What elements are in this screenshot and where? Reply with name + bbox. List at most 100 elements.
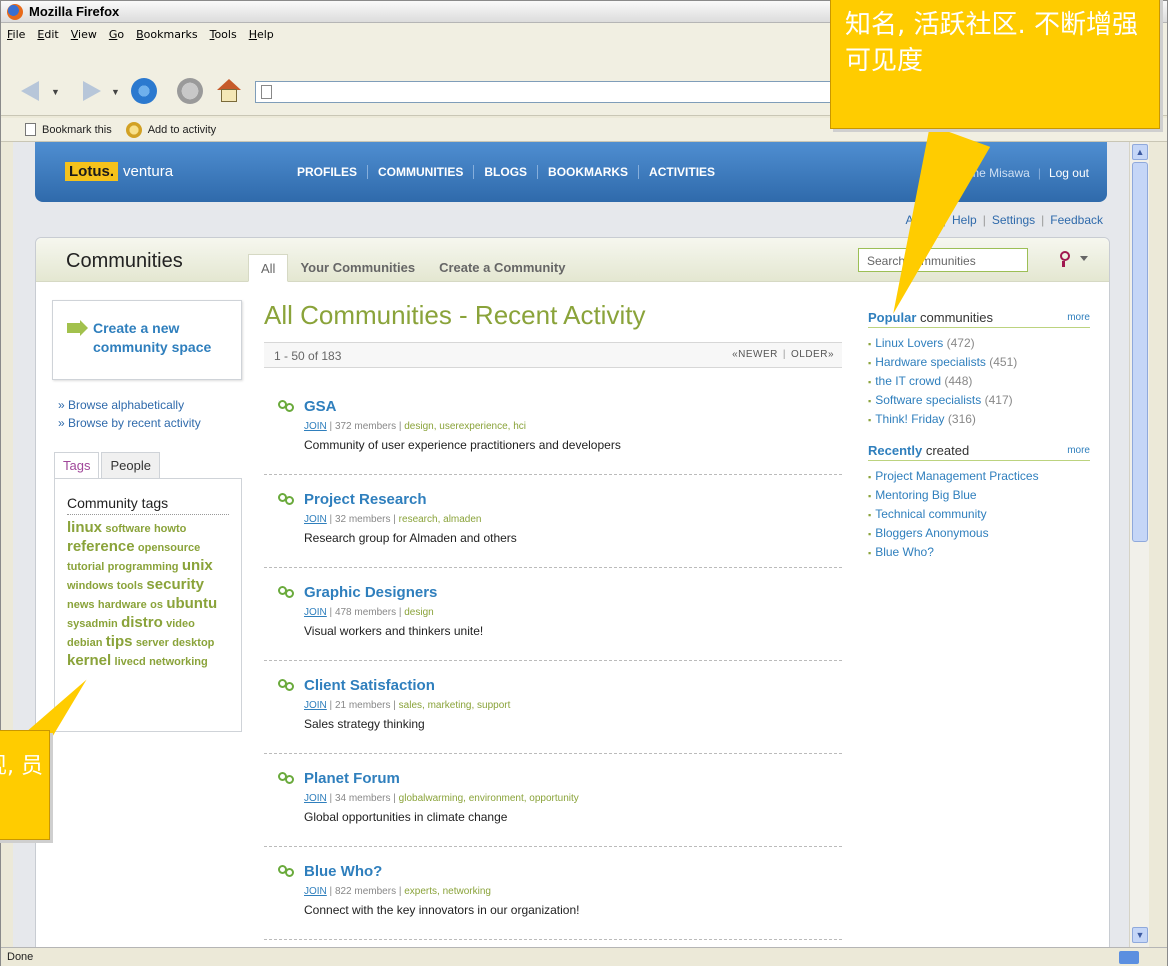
nav-bookmarks[interactable]: BOOKMARKS [538, 165, 640, 179]
tag-link[interactable]: tools [117, 580, 143, 592]
tag-link[interactable]: video [166, 618, 195, 630]
tab-all[interactable]: All [248, 254, 289, 282]
join-link[interactable]: JOIN [304, 886, 327, 897]
join-link[interactable]: JOIN [304, 700, 327, 711]
tag-link[interactable]: distro [121, 614, 163, 631]
tag-link[interactable]: server [136, 637, 169, 649]
browse-recent-link[interactable]: » Browse by recent activity [58, 414, 201, 432]
tag-link[interactable]: os [150, 599, 163, 611]
menu-view[interactable]: View [71, 28, 97, 41]
back-button[interactable] [19, 81, 45, 103]
tag-link[interactable]: tips [106, 633, 133, 650]
popular-community-link[interactable]: Think! Friday (316) [868, 410, 1090, 429]
tag-link[interactable]: windows [67, 580, 113, 592]
tag-link[interactable]: networking [149, 656, 208, 668]
community-tags[interactable]: research, almaden [399, 514, 482, 525]
tag-link[interactable]: software [105, 523, 150, 535]
forward-button[interactable] [77, 81, 103, 103]
community-tags[interactable]: design, userexperience, hci [404, 421, 526, 432]
popular-community-link[interactable]: Linux Lovers (472) [868, 334, 1090, 353]
join-link[interactable]: JOIN [304, 421, 327, 432]
community-tags[interactable]: sales, marketing, support [399, 700, 511, 711]
recent-community-link[interactable]: Project Management Practices [868, 467, 1090, 486]
search-options-dropdown-icon[interactable] [1080, 256, 1088, 261]
tag-link[interactable]: security [146, 576, 204, 593]
add-to-activity-button[interactable]: Add to activity [148, 124, 216, 136]
tag-link[interactable]: livecd [115, 656, 146, 668]
community-icon [278, 679, 296, 693]
newer-link[interactable]: «NEWER [732, 349, 778, 360]
community-name-link[interactable]: Project Research [304, 491, 842, 508]
tag-link[interactable]: kernel [67, 652, 111, 669]
tag-link[interactable]: howto [154, 523, 186, 535]
tag-link[interactable]: reference [67, 538, 135, 555]
community-name-link[interactable]: Blue Who? [304, 863, 842, 880]
scroll-down-icon[interactable]: ▼ [1132, 927, 1148, 943]
home-icon[interactable] [215, 78, 243, 104]
join-link[interactable]: JOIN [304, 514, 327, 525]
older-link[interactable]: OLDER» [791, 349, 834, 360]
popular-community-link[interactable]: Hardware specialists (451) [868, 353, 1090, 372]
nav-profiles[interactable]: PROFILES [287, 165, 369, 179]
nav-blogs[interactable]: BLOGS [474, 165, 539, 179]
menu-file[interactable]: File [7, 28, 25, 41]
tag-link[interactable]: unix [182, 557, 213, 574]
tag-link[interactable]: tutorial [67, 561, 104, 573]
settings-link[interactable]: Settings [992, 213, 1035, 227]
bookmark-this-button[interactable]: Bookmark this [42, 124, 112, 136]
scroll-up-icon[interactable]: ▲ [1132, 144, 1148, 160]
community-name-link[interactable]: Client Satisfaction [304, 677, 842, 694]
tag-link[interactable]: linux [67, 519, 102, 536]
recent-community-link[interactable]: Bloggers Anonymous [868, 524, 1090, 543]
tag-link[interactable]: programming [108, 561, 179, 573]
community-name-link[interactable]: GSA [304, 398, 842, 415]
tab-create-community[interactable]: Create a Community [427, 254, 577, 282]
create-community-button[interactable]: Create a new community space [52, 300, 242, 380]
community-tags[interactable]: design [404, 607, 433, 618]
url-input[interactable] [255, 81, 855, 103]
community-name-link[interactable]: Graphic Designers [304, 584, 842, 601]
menu-help[interactable]: Help [249, 28, 274, 41]
reload-icon[interactable] [131, 78, 157, 104]
tab-tags[interactable]: Tags [54, 452, 100, 478]
tab-your-communities[interactable]: Your Communities [288, 254, 427, 282]
recent-more-link[interactable]: more [1067, 445, 1090, 456]
menu-edit[interactable]: Edit [37, 28, 58, 41]
community-name-link[interactable]: Planet Forum [304, 770, 842, 787]
recent-community-link[interactable]: Technical community [868, 505, 1090, 524]
back-dropdown-icon[interactable]: ▼ [51, 87, 60, 97]
popular-community-link[interactable]: Software specialists (417) [868, 391, 1090, 410]
tag-link[interactable]: sysadmin [67, 618, 118, 630]
tag-link[interactable]: opensource [138, 542, 200, 554]
tag-link[interactable]: desktop [172, 637, 214, 649]
tag-link[interactable]: hardware [98, 599, 147, 611]
popular-more-link[interactable]: more [1067, 312, 1090, 323]
tag-link[interactable]: debian [67, 637, 102, 649]
nav-activities[interactable]: ACTIVITIES [639, 165, 725, 179]
community-item: GSA JOIN | 372 members | design, userexpe… [264, 382, 842, 475]
lotus-logo[interactable]: Lotus. ventura [65, 162, 173, 181]
join-link[interactable]: JOIN [304, 793, 327, 804]
recent-community-link[interactable]: Mentoring Big Blue [868, 486, 1090, 505]
browse-alphabetically-link[interactable]: » Browse alphabetically [58, 396, 201, 414]
recent-community-link[interactable]: Blue Who? [868, 543, 1090, 562]
tag-link[interactable]: news [67, 599, 95, 611]
logout-link[interactable]: Log out [1049, 166, 1089, 180]
community-tags[interactable]: experts, networking [404, 886, 491, 897]
menu-go[interactable]: Go [109, 28, 124, 41]
tab-people[interactable]: People [101, 452, 160, 478]
vertical-scrollbar[interactable]: ▲ ▼ [1129, 142, 1149, 947]
search-icon[interactable] [1058, 250, 1076, 268]
community-tags[interactable]: globalwarming, environment, opportunity [399, 793, 579, 804]
tag-link[interactable]: ubuntu [166, 595, 217, 612]
stop-icon[interactable] [177, 78, 203, 104]
scroll-thumb[interactable] [1132, 162, 1148, 542]
result-range: 1 - 50 of 183 [274, 349, 342, 363]
menu-tools[interactable]: Tools [210, 28, 237, 41]
join-link[interactable]: JOIN [304, 607, 327, 618]
feedback-link[interactable]: Feedback [1050, 213, 1103, 227]
popular-community-link[interactable]: the IT crowd (448) [868, 372, 1090, 391]
nav-communities[interactable]: COMMUNITIES [368, 165, 475, 179]
forward-dropdown-icon[interactable]: ▼ [111, 87, 120, 97]
menu-bookmarks[interactable]: Bookmarks [136, 28, 197, 41]
